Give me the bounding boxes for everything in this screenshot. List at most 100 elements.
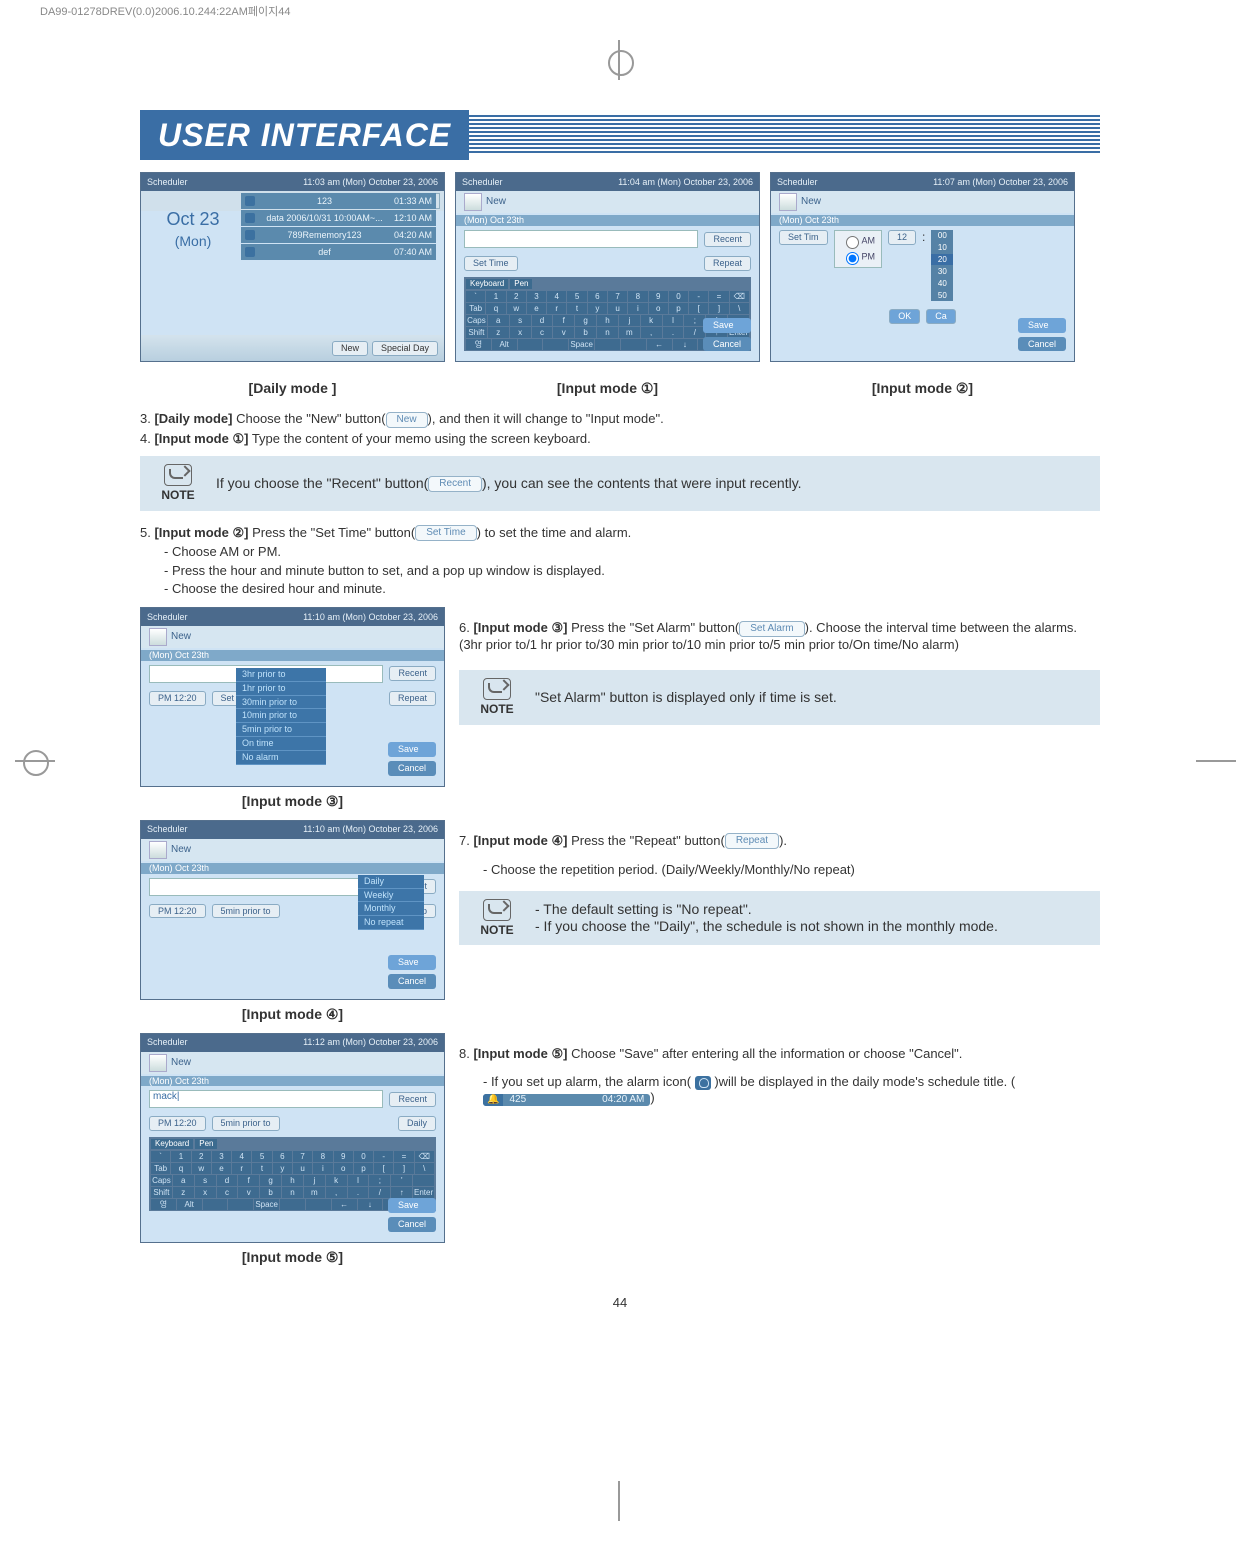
key[interactable]: u: [293, 1163, 312, 1174]
key[interactable]: 8: [628, 291, 647, 302]
key[interactable]: [280, 1199, 305, 1210]
key[interactable]: -: [374, 1151, 393, 1162]
key[interactable]: 7: [608, 291, 627, 302]
key[interactable]: Shift: [151, 1187, 172, 1198]
key[interactable]: h: [282, 1175, 303, 1186]
key[interactable]: z: [173, 1187, 194, 1198]
alarm-option[interactable]: No alarm: [236, 751, 326, 765]
set-time-button[interactable]: Set Time: [464, 256, 518, 271]
key[interactable]: b: [260, 1187, 281, 1198]
key[interactable]: 2: [192, 1151, 211, 1162]
key[interactable]: q: [486, 303, 505, 314]
key[interactable]: 영: [466, 339, 491, 350]
key[interactable]: ;: [369, 1175, 390, 1186]
cancel-popup-button[interactable]: Ca: [926, 309, 956, 324]
key[interactable]: 4: [232, 1151, 251, 1162]
key[interactable]: [413, 1175, 434, 1186]
key[interactable]: f: [553, 315, 574, 326]
key[interactable]: `: [151, 1151, 170, 1162]
alarm-option[interactable]: On time: [236, 737, 326, 751]
key[interactable]: e: [527, 303, 546, 314]
key[interactable]: f: [238, 1175, 259, 1186]
keyboard-tab[interactable]: Keyboard: [151, 1139, 193, 1149]
key[interactable]: g: [260, 1175, 281, 1186]
key[interactable]: Shift: [466, 327, 487, 338]
am-radio[interactable]: [846, 236, 859, 249]
memo-input[interactable]: mack|: [149, 1090, 383, 1108]
repeat-value[interactable]: Daily: [398, 1116, 436, 1131]
key[interactable]: [621, 339, 646, 350]
key[interactable]: w: [507, 303, 526, 314]
key[interactable]: 6: [588, 291, 607, 302]
repeat-button[interactable]: Repeat: [704, 256, 751, 271]
key[interactable]: Alt: [492, 339, 517, 350]
alarm-options[interactable]: 3hr prior to 1hr prior to 30min prior to…: [236, 668, 326, 765]
save-button[interactable]: Save: [1018, 318, 1066, 333]
key[interactable]: v: [553, 327, 574, 338]
key[interactable]: ]: [709, 303, 728, 314]
key[interactable]: 6: [273, 1151, 292, 1162]
key[interactable]: a: [488, 315, 509, 326]
alarm-option[interactable]: 10min prior to: [236, 709, 326, 723]
key[interactable]: o: [649, 303, 668, 314]
key[interactable]: 9: [334, 1151, 353, 1162]
key[interactable]: 0: [354, 1151, 373, 1162]
key[interactable]: ←: [332, 1199, 357, 1210]
key[interactable]: t: [567, 303, 586, 314]
key[interactable]: i: [628, 303, 647, 314]
hour-value[interactable]: 12: [888, 230, 916, 245]
alarm-option[interactable]: 30min prior to: [236, 696, 326, 710]
repeat-option[interactable]: No repeat: [358, 916, 424, 930]
schedule-item[interactable]: 12301:33 AM: [241, 193, 436, 209]
alarm-value[interactable]: 5min prior to: [212, 1116, 280, 1131]
key[interactable]: ↓: [673, 339, 698, 350]
keyboard-tab[interactable]: Keyboard: [466, 279, 508, 289]
key[interactable]: 3: [212, 1151, 231, 1162]
key[interactable]: c: [217, 1187, 238, 1198]
key[interactable]: 0: [669, 291, 688, 302]
key[interactable]: z: [488, 327, 509, 338]
key[interactable]: 7: [293, 1151, 312, 1162]
key[interactable]: [595, 339, 620, 350]
key[interactable]: 1: [171, 1151, 190, 1162]
key[interactable]: Tab: [466, 303, 485, 314]
key[interactable]: 4: [547, 291, 566, 302]
key[interactable]: k: [326, 1175, 347, 1186]
key[interactable]: a: [173, 1175, 194, 1186]
minute-option[interactable]: 10: [931, 242, 953, 253]
recent-button[interactable]: Recent: [389, 1092, 436, 1107]
key[interactable]: =: [394, 1151, 413, 1162]
key[interactable]: [543, 339, 568, 350]
key[interactable]: k: [641, 315, 662, 326]
repeat-option[interactable]: Daily: [358, 875, 424, 889]
key[interactable]: s: [195, 1175, 216, 1186]
key[interactable]: .: [663, 327, 684, 338]
key[interactable]: Space: [569, 339, 594, 350]
repeat-option[interactable]: Weekly: [358, 889, 424, 903]
schedule-item[interactable]: data 2006/10/31 10:00AM~...12:10 AM: [241, 210, 436, 226]
key[interactable]: .: [348, 1187, 369, 1198]
minute-option[interactable]: 00: [931, 230, 953, 241]
key[interactable]: -: [689, 291, 708, 302]
key[interactable]: d: [532, 315, 553, 326]
alarm-option[interactable]: 5min prior to: [236, 723, 326, 737]
key[interactable]: i: [313, 1163, 332, 1174]
schedule-item[interactable]: 789Rememory12304:20 AM: [241, 227, 436, 243]
key[interactable]: w: [192, 1163, 211, 1174]
key[interactable]: Alt: [177, 1199, 202, 1210]
key[interactable]: m: [304, 1187, 325, 1198]
special-day-button[interactable]: Special Day: [372, 341, 438, 356]
key[interactable]: \: [730, 303, 749, 314]
recent-button[interactable]: Recent: [704, 232, 751, 247]
repeat-button[interactable]: Repeat: [389, 691, 436, 706]
schedule-item[interactable]: def07:40 AM: [241, 244, 436, 260]
minute-option[interactable]: 20: [931, 254, 953, 265]
key[interactable]: ⌫: [730, 291, 749, 302]
key[interactable]: 9: [649, 291, 668, 302]
memo-input[interactable]: [464, 230, 698, 248]
key[interactable]: x: [510, 327, 531, 338]
time-value[interactable]: PM 12:20: [149, 691, 206, 706]
key[interactable]: Caps: [151, 1175, 172, 1186]
minute-option[interactable]: 30: [931, 266, 953, 277]
key[interactable]: p: [354, 1163, 373, 1174]
